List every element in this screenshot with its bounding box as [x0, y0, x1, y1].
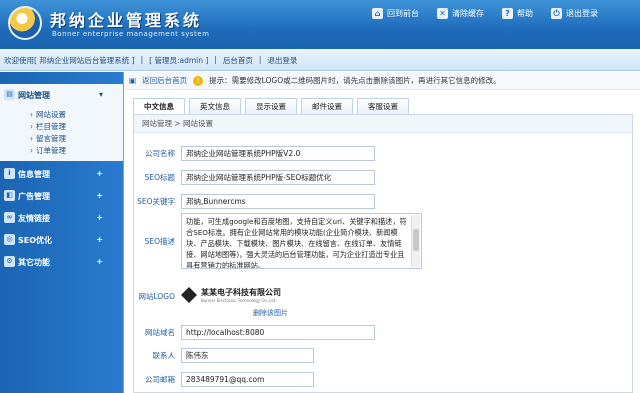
email-label: 公司邮箱	[145, 375, 175, 384]
seo-title-input[interactable]	[181, 170, 375, 185]
contact-input[interactable]	[181, 348, 314, 363]
logout-label: 退出登录	[566, 9, 598, 18]
site-logo-image: 某某电子科技有限公司 Bunner Electronic Technology …	[181, 285, 281, 307]
sidebar-item-label: SEO优化	[18, 235, 53, 245]
submenu-order-management[interactable]: 订单管理	[0, 145, 123, 157]
sidebar: ▤ 网站管理 ▾ 网站设置 栏目管理 留言管理 订单管理 i 信息管理 + ◧ …	[0, 72, 124, 393]
seo-title-label: SEO标题	[144, 173, 175, 182]
seo-keywords-input[interactable]	[181, 194, 375, 209]
settings-panel: 网站管理 > 网站设置 公司名称 SEO标题 SEO关键字 SEO描述 功能，可…	[133, 114, 633, 393]
plus-icon: +	[96, 191, 103, 200]
submenu-column-management[interactable]: 栏目管理	[0, 121, 123, 133]
sidebar-item-other-functions[interactable]: ⚙ 其它功能 +	[0, 251, 123, 273]
seo-description-textarea[interactable]: 功能，可生成google和百度地图，支持自定义url、关键字和描述，符合SEO标…	[181, 213, 422, 269]
sidebar-item-label: 信息管理	[18, 169, 50, 179]
submenu-site-settings[interactable]: 网站设置	[0, 109, 123, 121]
textarea-scrollbar[interactable]	[411, 215, 420, 267]
sidebar-item-label: 其它功能	[18, 257, 50, 267]
app-subtitle: Bonner enterprise management system	[52, 30, 210, 38]
welcome-text: 欢迎使用[ 邦纳企业网站后台管理系统 ]	[4, 56, 135, 65]
sidebar-item-site-management[interactable]: ▤ 网站管理 ▾	[0, 84, 123, 106]
ad-icon: ◧	[4, 190, 15, 201]
submenu: 网站设置 栏目管理 留言管理 订单管理	[0, 106, 123, 161]
contact-label: 联系人	[152, 351, 176, 360]
monitor-icon: ▣	[129, 76, 137, 85]
tab-mail-settings[interactable]: 邮件设置	[301, 98, 353, 114]
tip-text: 提示：需要修改LOGO或二维码图片时，请先点击删除该图片，再进行其它信息的修改。	[209, 76, 501, 85]
home-icon: ⌂	[372, 8, 383, 19]
tab-service-settings[interactable]: 客服设置	[357, 98, 409, 114]
help-label: 帮助	[517, 9, 533, 18]
app-title: 邦纳企业管理系统	[50, 11, 203, 30]
seo-description-label: SEO描述	[144, 237, 175, 246]
sidebar-item-label: 广告管理	[18, 191, 50, 201]
tab-display-settings[interactable]: 显示设置	[245, 98, 297, 114]
logo-row: 网站LOGO 某某电子科技有限公司 Bunner Electronic Tech…	[134, 285, 632, 307]
settings-tabs: 中文信息 英文信息 显示设置 邮件设置 客服设置	[133, 98, 409, 114]
breadcrumb: 网站管理 > 网站设置	[134, 115, 632, 133]
logo-company-en: Bunner Electronic Technology Co.,Ltd.	[201, 298, 277, 303]
trash-icon: ✕	[437, 8, 448, 19]
clear-cache-link[interactable]: ✕ 清除缓存	[437, 8, 484, 19]
logo-delete-row: 删除该图片	[134, 308, 632, 318]
notice-bar: ▣ 返回后台首页 ! 提示：需要修改LOGO或二维码图片时，请先点击删除该图片，…	[125, 72, 640, 90]
company-name-input[interactable]	[181, 146, 375, 161]
back-to-site-link[interactable]: ⌂ 回到前台	[372, 8, 419, 19]
sidebar-item-ad-management[interactable]: ◧ 广告管理 +	[0, 185, 123, 207]
contact-row: 联系人	[134, 348, 632, 363]
userbar-logout-link[interactable]: 退出登录	[267, 55, 297, 66]
logo-icon	[8, 6, 42, 40]
site-management-icon: ▤	[4, 89, 15, 100]
plus-icon: +	[96, 213, 103, 222]
logo-label: 网站LOGO	[138, 291, 175, 301]
email-input[interactable]	[181, 372, 314, 387]
logo-company-name: 某某电子科技有限公司	[201, 288, 281, 297]
seo-description-row: SEO描述 功能，可生成google和百度地图，支持自定义url、关键字和描述，…	[134, 213, 632, 269]
gear-icon: ⚙	[4, 256, 15, 267]
top-links: ⌂ 回到前台 ✕ 清除缓存 ? 帮助 ⏻ 退出登录	[372, 8, 598, 19]
seo-icon: ◎	[4, 234, 15, 245]
logout-link[interactable]: ⏻ 退出登录	[551, 8, 598, 19]
info-icon: i	[4, 168, 15, 179]
back-admin-home-link[interactable]: 返回后台首页	[142, 75, 187, 86]
help-icon: ?	[502, 8, 513, 19]
plus-icon: +	[96, 169, 103, 178]
main-content: ▣ 返回后台首页 ! 提示：需要修改LOGO或二维码图片时，请先点击删除该图片，…	[125, 72, 640, 393]
company-label: 公司名称	[145, 149, 175, 158]
caret-down-icon: ▾	[98, 90, 103, 99]
admin-text: [ 管理员:admin ]	[149, 56, 209, 65]
seo-keywords-row: SEO关键字	[134, 194, 632, 209]
user-bar: 欢迎使用[ 邦纳企业网站后台管理系统 ] | [ 管理员:admin ] | 后…	[0, 49, 640, 71]
sidebar-item-label: 网站管理	[18, 90, 50, 100]
seo-title-row: SEO标题	[134, 170, 632, 185]
domain-row: 网站域名	[134, 325, 632, 340]
back-to-site-label: 回到前台	[387, 9, 419, 18]
delete-logo-link[interactable]: 删除该图片	[253, 308, 288, 318]
sidebar-item-label: 友情链接	[18, 213, 50, 223]
seo-description-text: 功能，可生成google和百度地图，支持自定义url、关键字和描述，符合SEO标…	[186, 217, 407, 269]
backend-home-link[interactable]: 后台首页	[223, 55, 253, 66]
domain-label: 网站域名	[145, 328, 175, 337]
tab-english-info[interactable]: 英文信息	[189, 98, 241, 114]
clear-cache-label: 清除缓存	[452, 9, 484, 18]
email-row: 公司邮箱	[134, 372, 632, 387]
logout-icon: ⏻	[551, 8, 562, 19]
sidebar-item-seo[interactable]: ◎ SEO优化 +	[0, 229, 123, 251]
sidebar-item-friend-links[interactable]: ∞ 友情链接 +	[0, 207, 123, 229]
sidebar-item-info-management[interactable]: i 信息管理 +	[0, 163, 123, 185]
company-row: 公司名称	[134, 146, 632, 161]
submenu-message-management[interactable]: 留言管理	[0, 133, 123, 145]
link-icon: ∞	[4, 212, 15, 223]
top-header: 邦纳企业管理系统 Bonner enterprise management sy…	[0, 0, 640, 49]
domain-input[interactable]	[181, 325, 375, 340]
help-link[interactable]: ? 帮助	[502, 8, 533, 19]
tab-chinese-info[interactable]: 中文信息	[133, 98, 185, 114]
tip-icon: !	[193, 75, 204, 86]
plus-icon: +	[96, 257, 103, 266]
plus-icon: +	[96, 235, 103, 244]
seo-keywords-label: SEO关键字	[137, 197, 175, 206]
